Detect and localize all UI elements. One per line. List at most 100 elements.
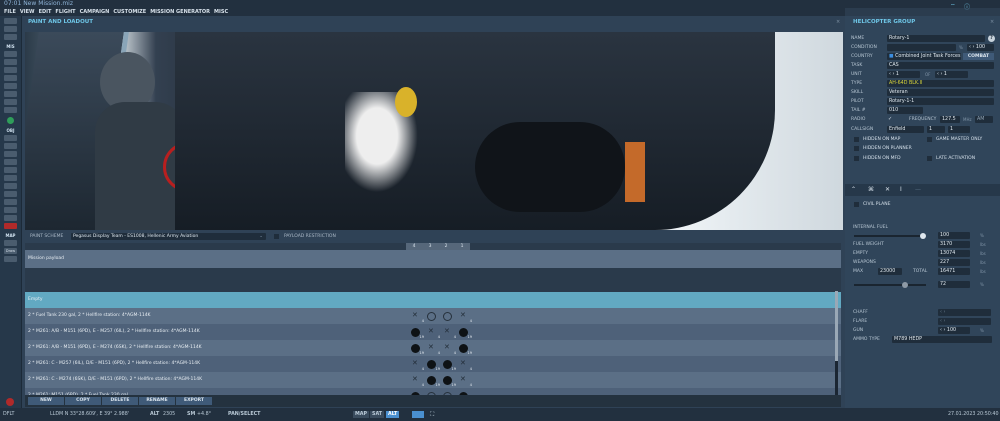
type-select[interactable]: AH-64D BLK.II bbox=[887, 80, 994, 87]
triggers-tab-icon[interactable]: ✕ bbox=[885, 186, 890, 193]
tool-button[interactable] bbox=[4, 207, 17, 213]
tool-button[interactable] bbox=[4, 34, 17, 40]
tool-button[interactable] bbox=[4, 67, 17, 73]
rocket-pod-icon[interactable]: 19 bbox=[427, 360, 440, 371]
missile-rack-icon[interactable]: 4 bbox=[427, 339, 440, 355]
tool-button[interactable] bbox=[4, 175, 17, 181]
combat-button[interactable]: COMBAT bbox=[963, 53, 994, 60]
rename-button[interactable]: RENAME bbox=[139, 397, 175, 405]
close-icon[interactable]: × bbox=[836, 19, 840, 25]
total-weight-slider[interactable] bbox=[854, 282, 926, 288]
menu-file[interactable]: FILE bbox=[4, 9, 16, 15]
condition-input[interactable] bbox=[887, 44, 956, 51]
internal-fuel-slider[interactable] bbox=[854, 233, 926, 239]
tool-button[interactable] bbox=[4, 191, 17, 197]
sat-button[interactable]: SAT bbox=[370, 411, 385, 418]
close-icon[interactable]: × bbox=[990, 19, 994, 25]
missile-rack-icon[interactable]: 4 bbox=[459, 371, 472, 387]
tool-button[interactable] bbox=[4, 240, 17, 246]
menu-flight[interactable]: FLIGHT bbox=[55, 9, 75, 15]
internal-fuel-input[interactable]: 100 bbox=[938, 232, 970, 239]
stop-icon[interactable] bbox=[6, 398, 14, 406]
missile-rack-icon[interactable]: 4 bbox=[459, 307, 472, 323]
callsign-number-b[interactable]: 1 bbox=[948, 126, 970, 133]
tool-button[interactable] bbox=[4, 99, 17, 105]
ruler-icon[interactable] bbox=[412, 411, 424, 418]
hidden-on-mfd-checkbox[interactable] bbox=[854, 156, 859, 161]
condition-stepper[interactable]: ‹ › 100 bbox=[967, 44, 994, 51]
tool-button[interactable] bbox=[4, 51, 17, 57]
tool-button[interactable] bbox=[4, 151, 17, 157]
rocket-pod-icon[interactable]: 19 bbox=[459, 328, 472, 339]
chaff-stepper[interactable]: ‹ › bbox=[938, 309, 991, 316]
payload-row-selected[interactable]: Empty bbox=[25, 292, 841, 308]
delete-button[interactable]: DELETE bbox=[102, 397, 138, 405]
aircraft-preview-image[interactable] bbox=[25, 32, 843, 230]
summary-tab-icon[interactable]: I bbox=[900, 186, 902, 193]
tool-button[interactable] bbox=[4, 18, 17, 24]
slider-knob[interactable] bbox=[901, 282, 908, 288]
red-tool-button[interactable] bbox=[4, 223, 17, 229]
export-button[interactable]: EXPORT bbox=[176, 397, 212, 405]
missile-rack-icon[interactable]: 4 bbox=[411, 371, 424, 387]
callsign-number-a[interactable]: 1 bbox=[927, 126, 945, 133]
unit-of-stepper[interactable]: ‹ › 1 bbox=[935, 71, 968, 78]
payload-row[interactable]: 2 * M261: A/B - M151 (6PD), E - M257 (6I… bbox=[25, 323, 841, 340]
rocket-pod-icon[interactable]: 19 bbox=[411, 344, 424, 355]
tool-button[interactable] bbox=[4, 135, 17, 141]
callsign-select[interactable]: Enfield bbox=[887, 126, 924, 133]
slider-knob[interactable] bbox=[920, 233, 926, 239]
payload-row[interactable]: 2 * Fuel Tank 230 gal, 2 * Hellfire stat… bbox=[25, 307, 841, 324]
rocket-pod-icon[interactable]: 19 bbox=[411, 328, 424, 339]
skill-select[interactable]: Veteran bbox=[887, 89, 994, 96]
payload-row[interactable]: 2 * M261: A/B - M151 (6PD), E - M274 (6S… bbox=[25, 339, 841, 356]
flare-stepper[interactable]: ‹ › bbox=[938, 318, 991, 325]
menu-mission-generator[interactable]: MISSION GENERATOR bbox=[150, 9, 210, 15]
more-tab-icon[interactable]: — bbox=[915, 186, 921, 193]
menu-customize[interactable]: CUSTOMIZE bbox=[113, 9, 146, 15]
payload-scrollbar[interactable] bbox=[835, 291, 838, 395]
green-status-icon[interactable] bbox=[7, 117, 14, 124]
hidden-on-map-checkbox[interactable] bbox=[854, 137, 859, 142]
fullscreen-icon[interactable]: ⛶ bbox=[430, 408, 434, 421]
paint-scheme-select[interactable]: Pegasus Display Team - ES1008, Hellenic … bbox=[71, 233, 266, 240]
hidden-on-planner-checkbox[interactable] bbox=[854, 146, 859, 151]
new-button[interactable]: NEW bbox=[28, 397, 64, 405]
route-tab-icon[interactable]: ⌃ bbox=[851, 186, 856, 193]
rocket-pod-icon[interactable]: 19 bbox=[443, 360, 456, 371]
tool-button[interactable] bbox=[4, 59, 17, 65]
copy-button[interactable]: COPY bbox=[65, 397, 101, 405]
menu-campaign[interactable]: CAMPAIGN bbox=[80, 9, 110, 15]
rocket-pod-icon[interactable]: 19 bbox=[443, 376, 456, 387]
draw-button[interactable]: Draw bbox=[4, 248, 17, 254]
ammo-type-select[interactable]: M789 HEDP bbox=[892, 336, 992, 343]
name-input[interactable]: Rotary-1 bbox=[887, 35, 985, 42]
menu-view[interactable]: VIEW bbox=[20, 9, 35, 15]
fuel-tank-icon[interactable] bbox=[443, 312, 452, 321]
info-icon[interactable]: ⓘ bbox=[964, 2, 970, 11]
payload-row[interactable]: 2 * M261: C - M274 (6SK), D/E - M151 (6P… bbox=[25, 371, 841, 388]
preset-select[interactable]: DFLT bbox=[3, 408, 14, 421]
tool-button[interactable] bbox=[4, 183, 17, 189]
payload-tab-icon[interactable]: ⌘ bbox=[868, 186, 874, 193]
frequency-input[interactable]: 127.5 bbox=[940, 116, 960, 123]
tool-button[interactable] bbox=[4, 167, 17, 173]
task-select[interactable]: CAS bbox=[887, 62, 994, 69]
help-button[interactable]: ? bbox=[988, 35, 995, 42]
missile-rack-icon[interactable]: 4 bbox=[427, 323, 440, 339]
gun-stepper[interactable]: ‹ › 100 bbox=[938, 327, 970, 334]
menu-misc[interactable]: MISC bbox=[214, 9, 228, 15]
fuel-tank-icon[interactable] bbox=[427, 312, 436, 321]
civil-plane-checkbox[interactable] bbox=[854, 202, 859, 207]
tool-button[interactable] bbox=[4, 91, 17, 97]
tool-button[interactable] bbox=[4, 75, 17, 81]
missile-rack-icon[interactable]: 4 bbox=[459, 355, 472, 371]
tool-button[interactable] bbox=[4, 199, 17, 205]
tool-button[interactable] bbox=[4, 26, 17, 32]
missile-rack-icon[interactable]: 4 bbox=[443, 323, 456, 339]
rocket-pod-icon[interactable]: 19 bbox=[459, 344, 472, 355]
payload-restriction-checkbox[interactable] bbox=[274, 234, 279, 239]
tail-input[interactable]: 010 bbox=[887, 107, 923, 114]
tool-button[interactable] bbox=[4, 256, 17, 262]
tool-button[interactable] bbox=[4, 83, 17, 89]
